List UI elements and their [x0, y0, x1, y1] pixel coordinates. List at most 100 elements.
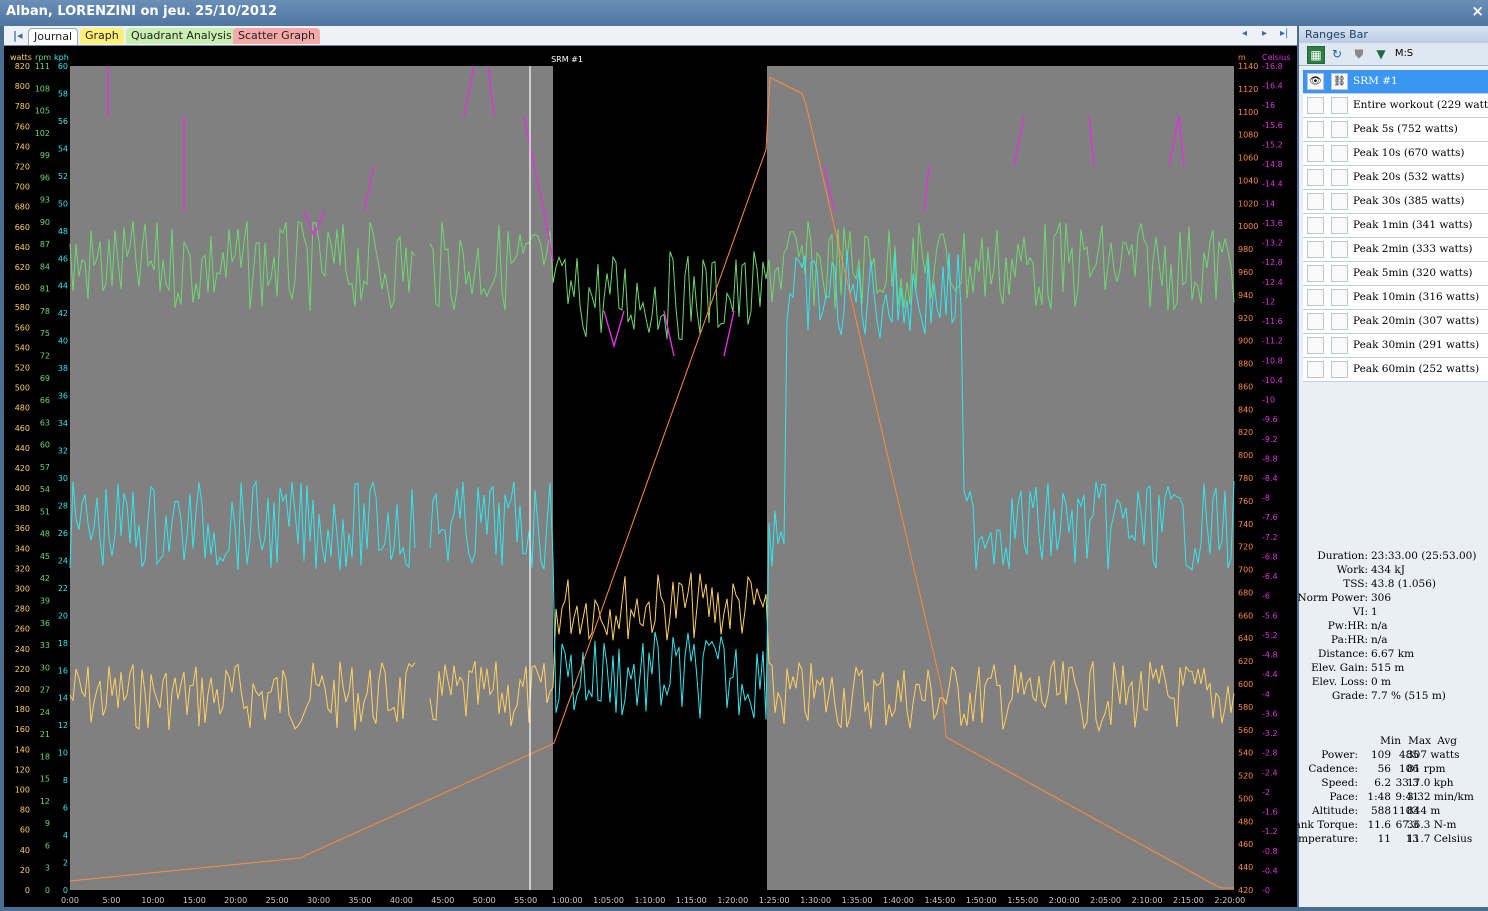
refresh-icon[interactable]: ↻ [1329, 46, 1345, 62]
range-item[interactable]: Peak 5s (752 watts) [1303, 118, 1488, 142]
lock-checkbox[interactable] [1331, 313, 1348, 330]
chart-icon[interactable]: ▦ [1307, 46, 1325, 64]
summary-line: Work: 434 kJ [1299, 564, 1488, 578]
range-item[interactable]: Peak 10s (670 watts) [1303, 142, 1488, 166]
close-icon[interactable]: × [1471, 2, 1484, 20]
visibility-checkbox[interactable] [1307, 145, 1324, 162]
lock-checkbox[interactable] [1331, 169, 1348, 186]
range-item[interactable]: Peak 20min (307 watts) [1303, 310, 1488, 334]
lock-checkbox[interactable] [1331, 97, 1348, 114]
ranges-bar-title: Ranges Bar [1299, 26, 1488, 43]
range-item[interactable]: Peak 2min (333 watts) [1303, 238, 1488, 262]
rpm-tick: 27 [40, 686, 50, 695]
time-tick: 10:00 [141, 896, 164, 905]
time-tick: 1:25:00 [759, 896, 790, 905]
scroll-end-icon[interactable]: ▸| [1280, 28, 1288, 39]
ms-toggle[interactable]: M:S [1393, 46, 1415, 62]
lock-checkbox[interactable] [1331, 337, 1348, 354]
tab-bar: |◂ Journal Graph Quadrant Analysis Scatt… [4, 26, 1297, 46]
visibility-checkbox[interactable] [1307, 97, 1324, 114]
visibility-checkbox[interactable] [1307, 289, 1324, 306]
watts-tick: 660 [15, 223, 30, 232]
visibility-checkbox[interactable] [1307, 361, 1324, 378]
stats-min: 588 [1370, 805, 1391, 817]
stats-avg: 36.3 N-m [1407, 819, 1457, 831]
summary-key: Elev. Loss: [1311, 676, 1368, 688]
celsius-tick: -15.6 [1262, 121, 1283, 130]
m-tick: 940 [1238, 291, 1253, 300]
visibility-checkbox[interactable] [1307, 337, 1324, 354]
m-tick: 540 [1238, 749, 1253, 758]
scroll-right-icon[interactable]: ▸ [1262, 28, 1267, 39]
eye-icon[interactable]: 👁 [1307, 73, 1324, 90]
range-item[interactable]: Peak 60min (252 watts) [1303, 358, 1488, 382]
celsius-tick: -9.2 [1262, 435, 1278, 444]
kph-tick: 52 [58, 172, 68, 181]
first-tab-icon[interactable]: |◂ [8, 28, 28, 44]
shield-icon[interactable]: ⛊ [1351, 46, 1367, 62]
lock-checkbox[interactable] [1331, 289, 1348, 306]
range-item[interactable]: Peak 1min (341 watts) [1303, 214, 1488, 238]
watts-tick: 260 [15, 625, 30, 634]
tab-quadrant-analysis[interactable]: Quadrant Analysis [126, 28, 237, 44]
summary-line: TSS: 43.8 (1.056) [1299, 578, 1488, 592]
m-tick: 720 [1238, 543, 1253, 552]
kph-tick: 46 [58, 254, 68, 263]
stats-min: 109 [1370, 749, 1391, 761]
time-tick: 1:20:00 [717, 896, 748, 905]
stats-avg: 307 watts [1407, 749, 1460, 761]
graph-canvas[interactable]: SRM #1 watts rpm kph m Celsius 020406080… [4, 46, 1297, 907]
lock-checkbox[interactable] [1331, 193, 1348, 210]
rpm-tick: 75 [40, 329, 50, 338]
rpm-tick: 6 [45, 841, 50, 850]
visibility-checkbox[interactable] [1307, 217, 1324, 234]
visibility-checkbox[interactable] [1307, 265, 1324, 282]
summary-line: VI: 1 [1299, 606, 1488, 620]
lock-checkbox[interactable] [1331, 121, 1348, 138]
celsius-tick: -2.8 [1262, 749, 1278, 758]
lock-checkbox[interactable] [1331, 265, 1348, 282]
lock-checkbox[interactable] [1331, 145, 1348, 162]
celsius-tick: -4 [1262, 690, 1270, 699]
lock-checkbox[interactable] [1331, 361, 1348, 378]
range-item[interactable]: Peak 30s (385 watts) [1303, 190, 1488, 214]
watts-tick: 720 [15, 162, 30, 171]
range-item[interactable]: Entire workout (229 watts) [1303, 94, 1488, 118]
range-item[interactable]: Peak 5min (320 watts) [1303, 262, 1488, 286]
range-item[interactable]: Peak 10min (316 watts) [1303, 286, 1488, 310]
workout-graph[interactable]: SRM #1 watts rpm kph m Celsius 0 20 40 60 80… [4, 46, 1297, 907]
m-tick: 980 [1238, 245, 1253, 254]
watts-tick: 820 [15, 62, 30, 71]
kph-tick: 4 [63, 831, 68, 840]
celsius-tick: -7.2 [1262, 533, 1278, 542]
lock-checkbox[interactable] [1331, 241, 1348, 258]
window-title: Alban, LORENZINI on jeu. 25/10/2012 [6, 4, 278, 19]
tab-journal[interactable]: Journal [28, 28, 79, 45]
summary-value: 6.67 km [1371, 648, 1415, 660]
lock-icon[interactable]: ⛓ [1331, 73, 1348, 90]
range-item[interactable]: Peak 30min (291 watts) [1303, 334, 1488, 358]
kph-tick: 18 [58, 639, 68, 648]
visibility-checkbox[interactable] [1307, 169, 1324, 186]
visibility-checkbox[interactable] [1307, 121, 1324, 138]
rpm-tick: 18 [40, 752, 50, 761]
celsius-tick: -15.2 [1262, 140, 1283, 149]
time-tick: 1:40:00 [883, 896, 914, 905]
watts-tick: 480 [15, 404, 30, 413]
summary-key: TSS: [1343, 578, 1368, 590]
summary-value: 0 m [1371, 676, 1391, 688]
tab-graph[interactable]: Graph [80, 28, 124, 44]
watts-tick: 460 [15, 424, 30, 433]
stats-label: Pace: [1329, 791, 1359, 803]
filter-icon[interactable]: ▼ [1373, 46, 1389, 62]
scroll-left-icon[interactable]: ◂ [1242, 28, 1247, 39]
range-item[interactable]: 👁 ⛓ SRM #1 [1303, 70, 1488, 94]
visibility-checkbox[interactable] [1307, 193, 1324, 210]
summary-key: Work: [1336, 564, 1368, 576]
tab-scatter-graph[interactable]: Scatter Graph [233, 28, 320, 44]
m-tick: 920 [1238, 314, 1253, 323]
visibility-checkbox[interactable] [1307, 241, 1324, 258]
visibility-checkbox[interactable] [1307, 313, 1324, 330]
lock-checkbox[interactable] [1331, 217, 1348, 234]
range-item[interactable]: Peak 20s (532 watts) [1303, 166, 1488, 190]
